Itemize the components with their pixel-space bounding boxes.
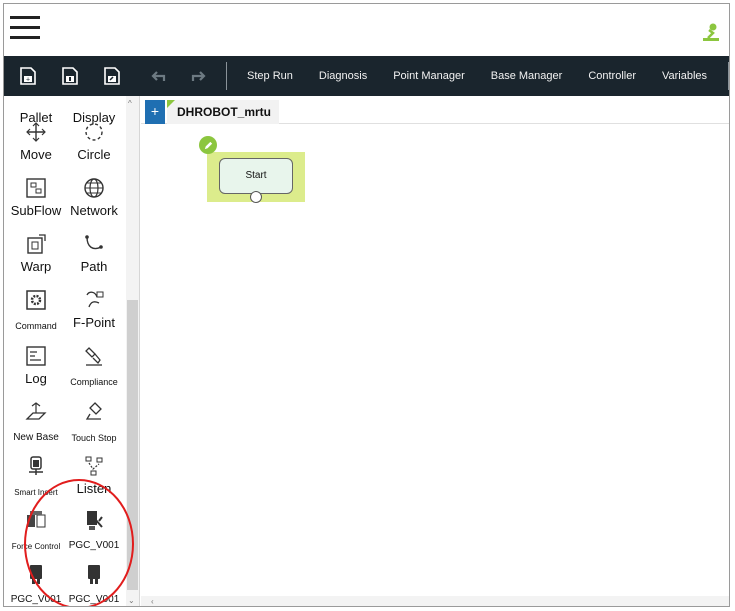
palette-item-label: Compliance xyxy=(70,377,118,387)
svg-text:+: + xyxy=(25,77,29,84)
gripper-icon xyxy=(24,562,48,586)
palette-item-network[interactable]: Network xyxy=(64,176,124,218)
tab-title: DHROBOT_mrtu xyxy=(177,105,272,119)
node-palette: Pallet Display Move Circle SubFlow Netwo… xyxy=(4,96,140,606)
scroll-left-icon[interactable]: ‹ xyxy=(151,597,154,606)
start-node-label: Start xyxy=(219,158,293,194)
palette-item-smart-insert[interactable]: Smart Insert xyxy=(6,454,66,500)
palette-item-label: PGC_V001 xyxy=(68,540,120,551)
base-manager-button[interactable]: Base Manager xyxy=(491,70,563,82)
palette-item-pgc-v001[interactable]: PGC_V001 xyxy=(6,562,66,606)
scrollbar-thumb[interactable] xyxy=(127,300,138,590)
log-icon xyxy=(24,344,48,368)
palette-item-label: Touch Stop xyxy=(71,433,117,443)
listen-icon xyxy=(82,454,106,478)
palette-item-label: Circle xyxy=(77,147,111,162)
palette-item-command[interactable]: Command xyxy=(6,288,66,333)
top-bar xyxy=(4,4,729,56)
redo-icon[interactable] xyxy=(187,65,208,87)
canvas-horizontal-scrollbar[interactable]: ‹ xyxy=(141,596,729,606)
palette-item-label: Smart Insert xyxy=(14,488,58,497)
variables-button[interactable]: Variables xyxy=(662,70,707,82)
point-manager-button[interactable]: Point Manager xyxy=(393,70,465,82)
palette-item-pgc-v001[interactable]: PGC_V001 xyxy=(64,508,124,553)
palette-item-listen[interactable]: Listen xyxy=(64,454,124,496)
palette-item-touch-stop[interactable]: Touch Stop xyxy=(64,400,124,445)
pallet-icon xyxy=(24,96,48,107)
new-base-icon xyxy=(24,400,48,424)
force-control-icon xyxy=(24,508,48,532)
user-icon[interactable] xyxy=(701,20,721,42)
flow-canvas[interactable]: + DHROBOT_mrtu Start ‹ xyxy=(141,96,729,606)
undo-icon[interactable] xyxy=(148,65,169,87)
open-file-icon[interactable] xyxy=(101,65,122,87)
palette-item-circle[interactable]: Circle xyxy=(64,120,124,162)
palette-item-label: Command xyxy=(15,321,57,331)
compliance-icon xyxy=(82,344,106,368)
command-icon xyxy=(24,288,48,312)
hamburger-menu-icon[interactable] xyxy=(10,16,40,42)
network-icon xyxy=(82,176,106,200)
palette-item-log[interactable]: Log xyxy=(6,344,66,386)
tab-active-marker xyxy=(167,100,175,108)
palette-item-label: Path xyxy=(80,259,108,274)
palette-item-warp[interactable]: Warp xyxy=(6,232,66,274)
app-window: + Step Run Diagnosis Point Manager Base … xyxy=(3,3,730,607)
palette-item-label: Force Control xyxy=(11,542,61,551)
step-run-button[interactable]: Step Run xyxy=(247,70,293,82)
palette-item-subflow[interactable]: SubFlow xyxy=(6,176,66,218)
diagnosis-button[interactable]: Diagnosis xyxy=(319,70,367,82)
display-icon xyxy=(82,96,106,107)
new-file-icon[interactable]: + xyxy=(17,65,38,87)
edit-pencil-icon[interactable] xyxy=(199,136,217,154)
palette-scrollbar[interactable]: ^ ⌄ xyxy=(126,96,139,606)
gripper-icon xyxy=(82,562,106,586)
save-file-icon[interactable] xyxy=(59,65,80,87)
scroll-down-icon[interactable]: ⌄ xyxy=(128,596,135,605)
path-icon xyxy=(82,232,106,256)
palette-item-new-base[interactable]: New Base xyxy=(6,400,66,445)
scroll-up-icon[interactable]: ^ xyxy=(128,99,132,108)
palette-item-label: PGC_V001 xyxy=(68,594,120,605)
start-node-output-port[interactable] xyxy=(250,191,262,203)
palette-item-move[interactable]: Move xyxy=(6,120,66,162)
palette-item-path[interactable]: Path xyxy=(64,232,124,274)
palette-item-label: Warp xyxy=(20,259,52,274)
touch-stop-icon xyxy=(82,400,106,424)
palette-item-pgc-v001[interactable]: PGC_V001 xyxy=(64,562,124,606)
palette-item-label: PGC_V001 xyxy=(10,594,62,605)
palette-item-label: F-Point xyxy=(73,315,115,330)
toolbar-divider xyxy=(728,62,729,90)
palette-item-label: Move xyxy=(20,147,52,162)
palette-item-compliance[interactable]: Compliance xyxy=(64,344,124,389)
warp-icon xyxy=(24,232,48,256)
circle-icon xyxy=(82,120,106,144)
palette-item-force-control[interactable]: Force Control xyxy=(6,508,66,554)
palette-item-label: Log xyxy=(25,371,47,386)
canvas-tab-bar: + DHROBOT_mrtu xyxy=(141,100,729,124)
start-node[interactable]: Start xyxy=(207,152,305,203)
subflow-icon xyxy=(24,176,48,200)
smart-insert-icon xyxy=(24,454,48,478)
palette-item-label: New Base xyxy=(13,432,59,443)
f-point-icon xyxy=(82,288,106,312)
tab-dhrobot-mrtu[interactable]: DHROBOT_mrtu xyxy=(167,100,280,124)
palette-item-label: SubFlow xyxy=(10,203,62,218)
main-toolbar: + Step Run Diagnosis Point Manager Base … xyxy=(4,56,729,96)
palette-item-label: Listen xyxy=(76,481,112,496)
move-icon xyxy=(24,120,48,144)
palette-item-label: Network xyxy=(70,203,118,218)
palette-item-f-point[interactable]: F-Point xyxy=(64,288,124,330)
add-tab-button[interactable]: + xyxy=(145,100,165,124)
gripper-icon xyxy=(82,508,106,532)
toolbar-divider xyxy=(226,62,228,90)
controller-button[interactable]: Controller xyxy=(588,70,636,82)
